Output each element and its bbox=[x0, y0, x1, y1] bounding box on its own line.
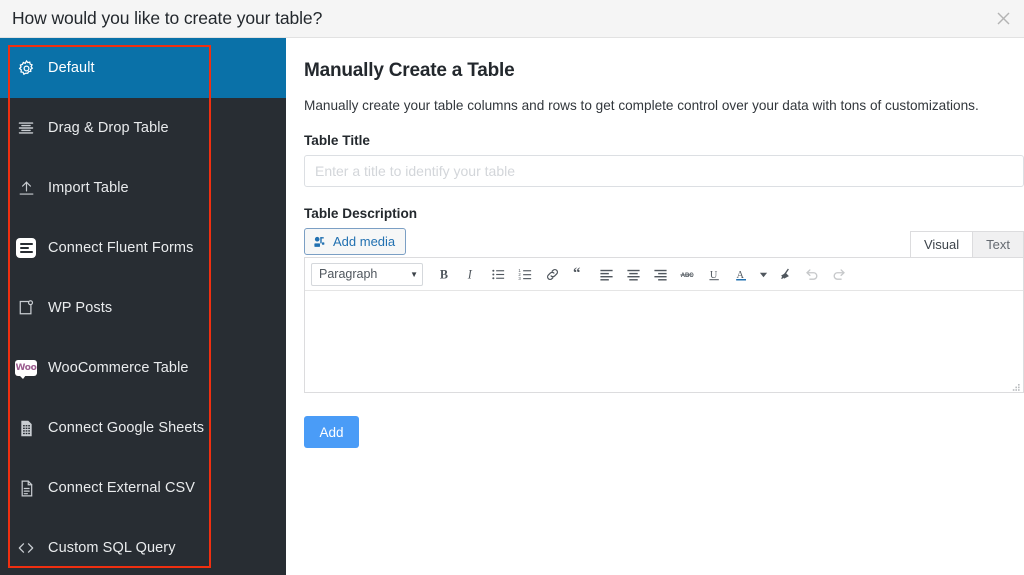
upload-icon bbox=[14, 176, 38, 200]
redo-icon[interactable] bbox=[825, 261, 852, 288]
sidebar-item-label: Custom SQL Query bbox=[48, 540, 176, 556]
bold-icon[interactable]: B bbox=[431, 261, 458, 288]
code-brackets-icon bbox=[14, 536, 38, 560]
undo-icon[interactable] bbox=[798, 261, 825, 288]
numbered-list-icon[interactable]: 1 2 3 bbox=[512, 261, 539, 288]
align-right-icon[interactable] bbox=[647, 261, 674, 288]
format-select-value: Paragraph bbox=[319, 267, 378, 282]
add-media-label: Add media bbox=[333, 234, 396, 250]
text-color-icon[interactable]: A bbox=[728, 261, 755, 288]
description-textarea[interactable] bbox=[305, 291, 1023, 393]
underline-icon[interactable]: U bbox=[701, 261, 728, 288]
sidebar-item-label: Default bbox=[48, 60, 95, 76]
table-title-label: Table Title bbox=[304, 133, 370, 149]
align-left-icon[interactable] bbox=[593, 261, 620, 288]
tab-visual[interactable]: Visual bbox=[909, 231, 974, 258]
create-table-modal: How would you like to create your table?… bbox=[0, 0, 1024, 575]
main-panel: Manually Create a Table Manually create … bbox=[286, 38, 1024, 575]
close-icon[interactable] bbox=[988, 4, 1018, 34]
panel-title: Manually Create a Table bbox=[304, 60, 515, 81]
strikethrough-icon[interactable]: ABC bbox=[674, 261, 701, 288]
editor-mode-tabs: Visual Text bbox=[909, 231, 1024, 258]
fluent-forms-icon bbox=[14, 236, 38, 260]
add-button[interactable]: Add bbox=[304, 416, 359, 449]
sidebar-item-label: WP Posts bbox=[48, 300, 113, 316]
sidebar-item-wp-posts[interactable]: WP Posts bbox=[0, 278, 286, 338]
gear-icon bbox=[14, 56, 38, 80]
sidebar: Default Drag & Drop Table Import Table C… bbox=[0, 38, 286, 575]
svg-text:I: I bbox=[467, 267, 473, 281]
page-title: How would you like to create your table? bbox=[12, 8, 323, 28]
editor-toolbar: Paragraph ▼ B I 1 2 3 “ ABC U A bbox=[305, 258, 1023, 292]
description-editor: Add media Visual Text Paragraph ▼ B I 1 … bbox=[304, 228, 1024, 394]
editor-box: Paragraph ▼ B I 1 2 3 “ ABC U A bbox=[304, 257, 1024, 394]
woocommerce-icon: Woo bbox=[14, 356, 38, 380]
sidebar-item-label: Connect Fluent Forms bbox=[48, 240, 194, 256]
sidebar-item-drag-drop-table[interactable]: Drag & Drop Table bbox=[0, 98, 286, 158]
paragraph-format-select[interactable]: Paragraph ▼ bbox=[311, 262, 423, 286]
svg-text:3: 3 bbox=[518, 276, 521, 281]
editor-topbar: Add media Visual Text bbox=[304, 228, 1024, 258]
blockquote-icon[interactable]: “ bbox=[566, 261, 593, 288]
sidebar-item-import-table[interactable]: Import Table bbox=[0, 158, 286, 218]
csv-file-icon bbox=[14, 476, 38, 500]
sidebar-item-connect-fluent-forms[interactable]: Connect Fluent Forms bbox=[0, 218, 286, 278]
table-title-input[interactable] bbox=[304, 155, 1024, 188]
table-description-label: Table Description bbox=[304, 206, 418, 222]
sidebar-item-default[interactable]: Default bbox=[0, 38, 286, 98]
modal-header: How would you like to create your table? bbox=[0, 0, 1024, 38]
link-icon[interactable] bbox=[539, 261, 566, 288]
svg-text:U: U bbox=[710, 269, 718, 280]
sidebar-item-label: Drag & Drop Table bbox=[48, 120, 169, 136]
sidebar-item-label: WooCommerce Table bbox=[48, 360, 189, 376]
tab-text[interactable]: Text bbox=[972, 231, 1024, 258]
chevron-down-icon: ▼ bbox=[410, 269, 418, 279]
media-icon bbox=[313, 235, 327, 249]
svg-text:ABC: ABC bbox=[681, 273, 695, 279]
italic-icon[interactable]: I bbox=[458, 261, 485, 288]
panel-description: Manually create your table columns and r… bbox=[304, 98, 979, 113]
svg-text:“: “ bbox=[573, 267, 581, 281]
sidebar-item-custom-sql-query[interactable]: Custom SQL Query bbox=[0, 518, 286, 575]
sidebar-item-connect-google-sheets[interactable]: Connect Google Sheets bbox=[0, 398, 286, 458]
drag-drop-icon bbox=[14, 116, 38, 140]
sidebar-item-woocommerce-table[interactable]: Woo WooCommerce Table bbox=[0, 338, 286, 398]
sidebar-item-connect-external-csv[interactable]: Connect External CSV bbox=[0, 458, 286, 518]
resize-grip-icon[interactable] bbox=[1011, 380, 1021, 391]
text-color-caret-icon[interactable] bbox=[755, 261, 771, 288]
wp-posts-icon bbox=[14, 296, 38, 320]
sidebar-item-label: Connect Google Sheets bbox=[48, 420, 205, 436]
sidebar-item-label: Connect External CSV bbox=[48, 480, 196, 496]
sidebar-item-label: Import Table bbox=[48, 180, 129, 196]
google-sheets-icon bbox=[14, 416, 38, 440]
clear-formatting-icon[interactable] bbox=[771, 261, 798, 288]
svg-text:B: B bbox=[440, 267, 448, 281]
align-center-icon[interactable] bbox=[620, 261, 647, 288]
add-media-button[interactable]: Add media bbox=[304, 228, 407, 256]
bullet-list-icon[interactable] bbox=[485, 261, 512, 288]
